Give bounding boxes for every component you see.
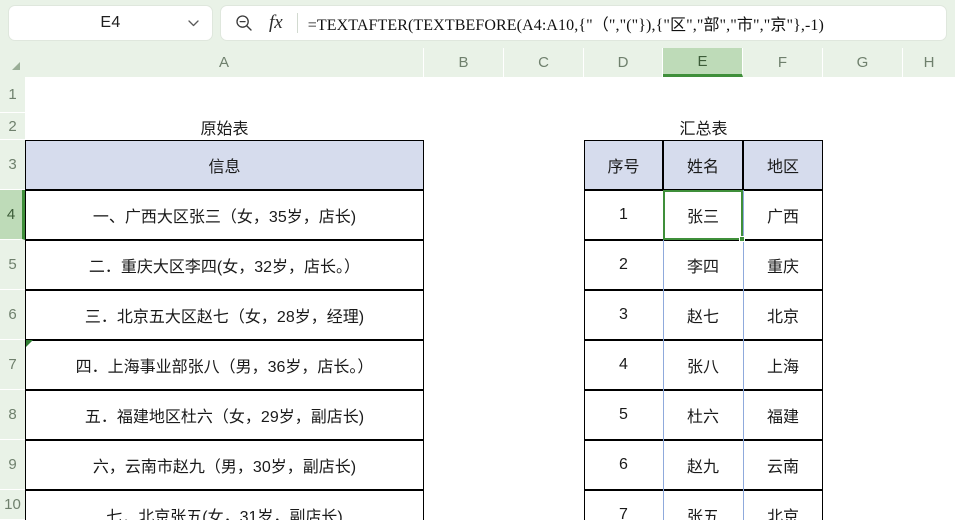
select-all-triangle-icon — [12, 62, 20, 70]
summary-header-no[interactable]: 序号 — [584, 140, 663, 190]
source-row-7[interactable]: 七．北京张五(女，31岁，副店长) — [25, 490, 424, 520]
source-row-1[interactable]: 一、广西大区张三（女，35岁，店长) — [25, 190, 424, 240]
row-header-2[interactable]: 2 — [0, 113, 25, 140]
row-header-6[interactable]: 6 — [0, 290, 25, 340]
summary-cell-no-3[interactable]: 3 — [584, 290, 663, 340]
chevron-down-icon[interactable] — [187, 17, 200, 30]
summary-cell-no-6[interactable]: 6 — [584, 440, 663, 490]
summary-cell-region-7[interactable]: 北京 — [743, 490, 823, 520]
summary-cell-name-3[interactable]: 赵七 — [663, 290, 743, 340]
fx-icon[interactable]: fx — [269, 12, 283, 34]
summary-cell-name-7[interactable]: 张五 — [663, 490, 743, 520]
column-header-e[interactable]: E — [663, 48, 743, 77]
row-header-3[interactable]: 3 — [0, 140, 25, 190]
summary-cell-no-5[interactable]: 5 — [584, 390, 663, 440]
summary-cell-no-7[interactable]: 7 — [584, 490, 663, 520]
summary-header-region[interactable]: 地区 — [743, 140, 823, 190]
row-header-column: 1 2 3 4 5 6 7 8 9 10 — [0, 77, 25, 520]
source-row-6[interactable]: 六，云南市赵九（男，30岁，副店长) — [25, 440, 424, 490]
source-table-title[interactable]: 原始表 — [25, 113, 424, 140]
summary-header-name[interactable]: 姓名 — [663, 140, 743, 190]
column-header-g[interactable]: G — [823, 48, 903, 77]
fill-handle[interactable] — [739, 236, 745, 242]
comment-marker-icon — [26, 340, 33, 347]
formula-bar: E4 fx =TEXTAFTER(TEXTBEFORE(A4:A10,{"（",… — [0, 0, 955, 48]
column-header-a[interactable]: A — [25, 48, 424, 77]
row-header-4[interactable]: 4 — [0, 190, 25, 240]
source-row-4[interactable]: 四．上海事业部张八（男，36岁，店长。） — [25, 340, 424, 390]
formula-bar-divider — [296, 13, 298, 33]
source-table-column-header[interactable]: 信息 — [25, 140, 424, 190]
row-header-9[interactable]: 9 — [0, 440, 25, 490]
row-header-10[interactable]: 10 — [0, 490, 25, 520]
summary-cell-region-2[interactable]: 重庆 — [743, 240, 823, 290]
source-row-5[interactable]: 五．福建地区杜六（女，29岁，副店长) — [25, 390, 424, 440]
summary-cell-no-2[interactable]: 2 — [584, 240, 663, 290]
column-header-d[interactable]: D — [584, 48, 663, 77]
row-header-7[interactable]: 7 — [0, 340, 25, 390]
row-header-1[interactable]: 1 — [0, 77, 25, 113]
worksheet-grid[interactable]: 原始表 信息 一、广西大区张三（女，35岁，店长) 二．重庆大区李四(女，32岁… — [25, 77, 955, 520]
column-header-f[interactable]: F — [743, 48, 823, 77]
spreadsheet-app: E4 fx =TEXTAFTER(TEXTBEFORE(A4:A10,{"（",… — [0, 0, 955, 520]
summary-table-title[interactable]: 汇总表 — [584, 113, 823, 140]
summary-cell-region-5[interactable]: 福建 — [743, 390, 823, 440]
column-header-b[interactable]: B — [424, 48, 504, 77]
row-header-8[interactable]: 8 — [0, 390, 25, 440]
summary-cell-name-4[interactable]: 张八 — [663, 340, 743, 390]
row-header-5[interactable]: 5 — [0, 240, 25, 290]
summary-cell-name-5[interactable]: 杜六 — [663, 390, 743, 440]
source-row-3[interactable]: 三．北京五大区赵七（女，28岁，经理) — [25, 290, 424, 340]
select-all-corner[interactable] — [0, 48, 25, 77]
summary-cell-name-2[interactable]: 李四 — [663, 240, 743, 290]
zoom-out-magnifier-icon[interactable] — [235, 14, 253, 32]
name-box[interactable]: E4 — [8, 5, 213, 41]
summary-cell-no-1[interactable]: 1 — [584, 190, 663, 240]
formula-input[interactable]: =TEXTAFTER(TEXTBEFORE(A4:A10,{"（","("}),… — [308, 11, 824, 35]
summary-cell-region-6[interactable]: 云南 — [743, 440, 823, 490]
column-header-c[interactable]: C — [504, 48, 584, 77]
formula-input-container[interactable]: fx =TEXTAFTER(TEXTBEFORE(A4:A10,{"（","("… — [220, 5, 947, 41]
source-row-2[interactable]: 二．重庆大区李四(女，32岁，店长。） — [25, 240, 424, 290]
summary-cell-region-4[interactable]: 上海 — [743, 340, 823, 390]
summary-cell-name-1[interactable]: 张三 — [663, 190, 743, 240]
name-box-value: E4 — [100, 14, 121, 31]
column-header-h[interactable]: H — [903, 48, 955, 77]
column-header-row: A B C D E F G H — [0, 48, 955, 77]
summary-cell-no-4[interactable]: 4 — [584, 340, 663, 390]
summary-cell-name-6[interactable]: 赵九 — [663, 440, 743, 490]
summary-cell-region-1[interactable]: 广西 — [743, 190, 823, 240]
summary-cell-region-3[interactable]: 北京 — [743, 290, 823, 340]
